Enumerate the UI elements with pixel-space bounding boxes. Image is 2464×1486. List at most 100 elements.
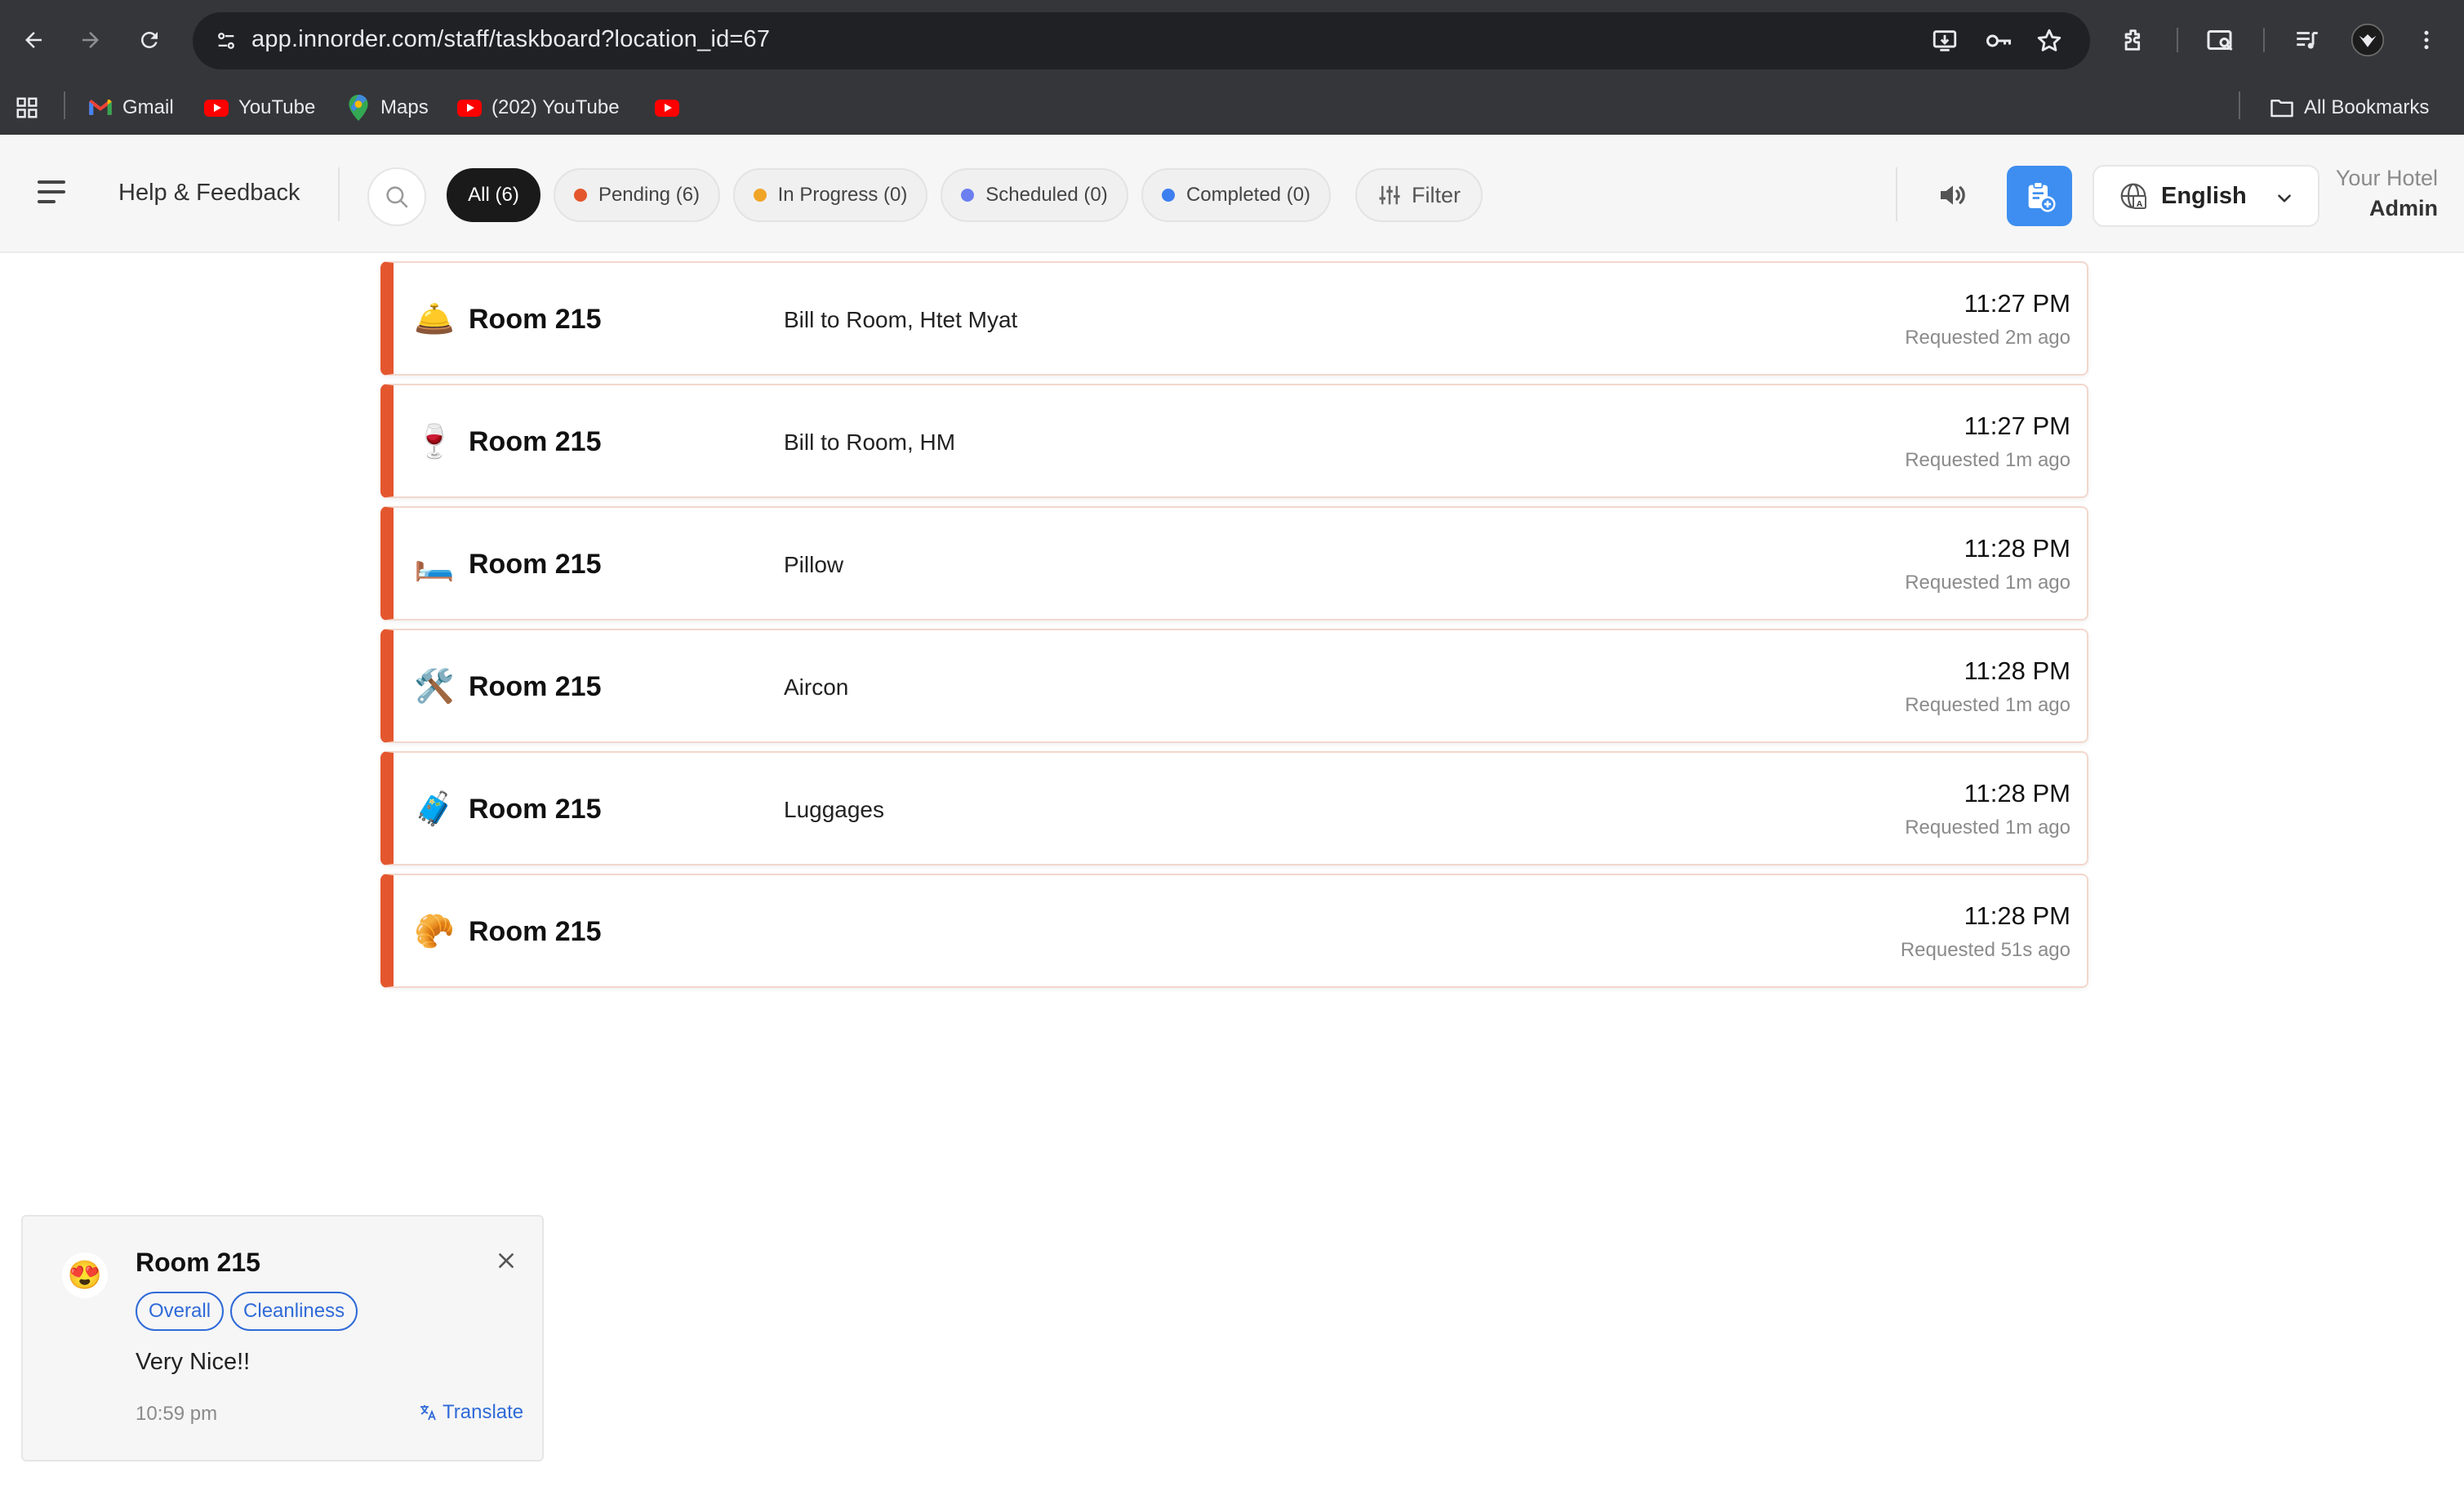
tab-label: All (6) bbox=[468, 184, 519, 206]
address-bar[interactable]: app.innorder.com/staff/taskboard?locatio… bbox=[193, 12, 2090, 69]
task-card[interactable]: 🧳 Room 215 Luggages 11:28 PM Requested 1… bbox=[380, 751, 2088, 865]
status-dot bbox=[573, 189, 587, 202]
bookmarks-bar: Gmail YouTube Maps (202) YouTube All Boo… bbox=[0, 82, 2464, 135]
search-button[interactable] bbox=[367, 167, 426, 226]
tag-cleanliness[interactable]: Cleanliness bbox=[230, 1292, 358, 1331]
apps-grid-icon[interactable] bbox=[15, 93, 39, 122]
tab-all[interactable]: All (6) bbox=[447, 168, 540, 222]
task-time: 11:28 PM bbox=[1964, 901, 2070, 930]
extensions-icon[interactable] bbox=[2116, 22, 2152, 58]
back-button[interactable] bbox=[15, 21, 52, 59]
task-time: 11:28 PM bbox=[1964, 779, 2070, 808]
arrow-right-icon bbox=[82, 32, 99, 48]
bookmark-youtube-202[interactable]: (202) YouTube bbox=[457, 93, 620, 122]
app-header: Help & Feedback All (6) Pending (6) In P… bbox=[0, 135, 2464, 253]
clipboard-add-icon bbox=[2028, 181, 2056, 212]
more-menu-icon[interactable] bbox=[2408, 22, 2444, 58]
task-description: Pillow bbox=[784, 552, 844, 577]
site-info-icon[interactable] bbox=[209, 24, 243, 58]
task-room: Room 215 bbox=[469, 916, 602, 947]
toolbar-divider bbox=[2263, 28, 2265, 52]
help-feedback-link[interactable]: Help & Feedback bbox=[118, 180, 300, 207]
menu-icon[interactable] bbox=[38, 180, 67, 205]
language-label: English bbox=[2161, 182, 2247, 209]
bookmark-divider bbox=[2239, 91, 2240, 119]
tab-completed[interactable]: Completed (0) bbox=[1141, 168, 1331, 222]
globe-translate-icon: A bbox=[2120, 183, 2146, 209]
task-card[interactable]: 🛏️ Room 215 Pillow 11:28 PM Requested 1m… bbox=[380, 506, 2088, 621]
task-card[interactable]: 🛠️ Room 215 Aircon 11:28 PM Requested 1m… bbox=[380, 629, 2088, 743]
feedback-time: 10:59 pm bbox=[136, 1403, 218, 1425]
url-text[interactable]: app.innorder.com/staff/taskboard?locatio… bbox=[251, 26, 770, 53]
translate-button[interactable]: Translate bbox=[418, 1401, 523, 1424]
status-dot bbox=[1161, 189, 1175, 202]
sliders-icon bbox=[1379, 185, 1400, 205]
bookmark-youtube-icon-only[interactable] bbox=[655, 93, 679, 122]
task-requested: Requested 1m ago bbox=[1905, 816, 2070, 839]
youtube-icon bbox=[457, 96, 482, 120]
bookmark-gmail[interactable]: Gmail bbox=[88, 93, 174, 122]
tab-pending[interactable]: Pending (6) bbox=[554, 168, 720, 222]
reload-button[interactable] bbox=[131, 21, 168, 59]
task-card[interactable]: 🥐 Room 215 11:28 PM Requested 51s ago bbox=[380, 874, 2088, 988]
bookmark-label: Maps bbox=[380, 96, 429, 118]
task-card[interactable]: 🍷 Room 215 Bill to Room, HM 11:27 PM Req… bbox=[380, 384, 2088, 498]
password-key-icon[interactable] bbox=[1984, 26, 2013, 56]
forward-button[interactable] bbox=[72, 21, 109, 59]
tab-search-icon[interactable] bbox=[2203, 22, 2239, 58]
bookmark-star-icon[interactable] bbox=[2035, 26, 2064, 56]
media-controls-icon[interactable] bbox=[2289, 22, 2325, 58]
filter-button[interactable]: Filter bbox=[1355, 168, 1483, 222]
translate-label: Translate bbox=[443, 1401, 524, 1423]
all-bookmarks-label: All Bookmarks bbox=[2304, 96, 2430, 118]
address-row: app.innorder.com/staff/taskboard?locatio… bbox=[0, 0, 2464, 82]
food-icon: 🥐 bbox=[414, 913, 455, 950]
tab-scheduled[interactable]: Scheduled (0) bbox=[941, 168, 1128, 222]
bookmark-youtube[interactable]: YouTube bbox=[204, 93, 315, 122]
close-button[interactable] bbox=[491, 1246, 521, 1275]
profile-avatar[interactable] bbox=[2350, 22, 2386, 58]
tab-label: Completed (0) bbox=[1185, 184, 1311, 206]
task-requested: Requested 1m ago bbox=[1905, 694, 2070, 716]
language-select[interactable]: A English bbox=[2093, 165, 2319, 227]
volume-icon[interactable] bbox=[1935, 177, 1971, 213]
wine-icon: 🍷 bbox=[414, 423, 455, 460]
toolbar-divider bbox=[2177, 28, 2178, 52]
task-room: Room 215 bbox=[469, 794, 602, 825]
toast-room: Room 215 bbox=[136, 1248, 260, 1277]
svg-text:A: A bbox=[2137, 199, 2143, 209]
feedback-toast: 😍 Room 215 Overall Cleanliness Very Nice… bbox=[21, 1215, 544, 1462]
header-divider bbox=[1896, 167, 1897, 221]
hotel-account[interactable]: Your Hotel Admin bbox=[2336, 166, 2438, 221]
task-time: 11:28 PM bbox=[1964, 656, 2070, 685]
filter-label: Filter bbox=[1412, 182, 1461, 207]
folder-icon bbox=[2270, 96, 2294, 120]
tag-overall[interactable]: Overall bbox=[136, 1292, 225, 1331]
bookmark-divider bbox=[64, 91, 65, 119]
task-requested: Requested 2m ago bbox=[1905, 327, 2070, 349]
task-room: Room 215 bbox=[469, 671, 602, 702]
pillow-icon: 🛏️ bbox=[414, 545, 455, 582]
task-description: Aircon bbox=[784, 674, 849, 700]
all-bookmarks[interactable]: All Bookmarks bbox=[2270, 93, 2429, 122]
task-time: 11:28 PM bbox=[1964, 534, 2070, 563]
feedback-tags: Overall Cleanliness bbox=[136, 1292, 358, 1331]
arrow-left-icon bbox=[25, 32, 42, 48]
new-task-button[interactable] bbox=[2007, 166, 2072, 226]
bookmark-maps[interactable]: Maps bbox=[346, 93, 429, 122]
chevron-down-icon bbox=[2278, 194, 2291, 202]
install-app-icon[interactable] bbox=[1930, 26, 1959, 56]
youtube-icon bbox=[655, 96, 679, 120]
task-card[interactable]: 🛎️ Room 215 Bill to Room, Htet Myat 11:2… bbox=[380, 261, 2088, 376]
bookmark-label: Gmail bbox=[122, 96, 174, 118]
task-requested: Requested 1m ago bbox=[1905, 449, 2070, 471]
translate-icon bbox=[420, 1405, 436, 1421]
status-dot bbox=[961, 189, 975, 202]
bellhop-icon: 🛎️ bbox=[414, 300, 455, 337]
tools-icon: 🛠️ bbox=[414, 668, 455, 705]
header-divider bbox=[338, 167, 340, 221]
tab-in-progress[interactable]: In Progress (0) bbox=[733, 168, 927, 222]
search-icon bbox=[386, 186, 408, 208]
bookmark-label: (202) YouTube bbox=[491, 96, 620, 118]
task-time: 11:27 PM bbox=[1964, 289, 2070, 318]
